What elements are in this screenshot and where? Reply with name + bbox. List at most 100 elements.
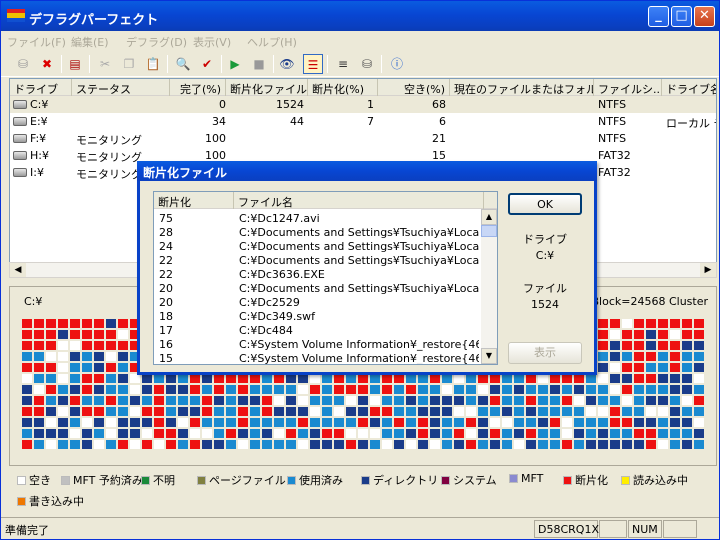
drive-cell-name: ローカル デ bbox=[666, 117, 716, 130]
cluster-block bbox=[94, 319, 104, 328]
close-button[interactable]: ✕ bbox=[694, 6, 715, 27]
cluster-block bbox=[202, 429, 212, 438]
cluster-block bbox=[682, 363, 692, 372]
cluster-block bbox=[466, 385, 476, 394]
col-frag-pct[interactable]: 断片化(%) bbox=[308, 79, 378, 96]
cluster-block bbox=[490, 385, 500, 394]
col-current[interactable]: 現在のファイルまたはフォルダ bbox=[450, 79, 594, 96]
scroll-down-icon[interactable]: ▼ bbox=[481, 348, 497, 364]
fragmented-files-icon[interactable]: ☰ bbox=[303, 54, 323, 74]
col-done[interactable]: 完了(%) bbox=[170, 79, 226, 96]
cluster-block bbox=[466, 374, 476, 383]
paste-icon[interactable]: 📋 bbox=[143, 54, 163, 74]
col-frag-count[interactable]: 断片化 bbox=[154, 192, 234, 209]
cluster-block bbox=[634, 352, 644, 361]
cluster-block bbox=[106, 374, 116, 383]
cluster-block bbox=[190, 385, 200, 394]
menu-file[interactable]: ファイル(F) bbox=[7, 34, 66, 50]
legend-label: 空き bbox=[29, 474, 51, 487]
dialog-title[interactable]: 断片化ファイル bbox=[137, 161, 597, 181]
fragmented-file-row[interactable]: 22 C:¥Dc3636.EXE bbox=[154, 268, 482, 282]
cluster-block bbox=[442, 429, 452, 438]
show-button[interactable]: 表示 bbox=[508, 342, 582, 364]
cluster-block bbox=[310, 418, 320, 427]
menu-defrag[interactable]: デフラグ(D) bbox=[126, 34, 187, 50]
scroll-left-icon[interactable]: ◀ bbox=[10, 263, 26, 277]
stop-icon[interactable]: ■ bbox=[249, 54, 269, 74]
cluster-block bbox=[58, 407, 68, 416]
fragmented-file-row[interactable]: 18 C:¥Dc349.swf bbox=[154, 310, 482, 324]
fragmented-files-list[interactable]: 断片化 ファイル名 75 C:¥Dc1247.avi 28 C:¥Documents … bbox=[153, 191, 498, 365]
scroll-right-icon[interactable]: ▶ bbox=[700, 263, 716, 277]
cluster-block bbox=[118, 396, 128, 405]
cluster-block bbox=[286, 385, 296, 394]
fragmented-file-row[interactable]: 20 C:¥Dc2529 bbox=[154, 296, 482, 310]
drive-caption: ドライブ bbox=[523, 233, 567, 246]
menu-help[interactable]: ヘルプ(H) bbox=[247, 34, 297, 50]
fragmented-file-row[interactable]: 17 C:¥Dc484 bbox=[154, 324, 482, 338]
cluster-block bbox=[46, 352, 56, 361]
drive-cell-done: 100 bbox=[205, 132, 226, 145]
check-icon[interactable]: ✔ bbox=[197, 54, 217, 74]
fragmented-file-row[interactable]: 15 C:¥System Volume Information¥_restore{… bbox=[154, 352, 482, 364]
view-icon[interactable]: 👁 bbox=[277, 54, 297, 74]
cluster-block bbox=[310, 396, 320, 405]
cluster-block bbox=[622, 440, 632, 449]
copy-icon[interactable]: ❐ bbox=[119, 54, 139, 74]
maximize-button[interactable]: □ bbox=[671, 6, 692, 27]
remove-drive-icon[interactable]: ✖ bbox=[37, 54, 57, 74]
vertical-scrollbar[interactable]: ▲ ▼ bbox=[481, 209, 497, 364]
cluster-block bbox=[538, 440, 548, 449]
properties-icon[interactable]: ▤ bbox=[65, 54, 85, 74]
analyze-icon[interactable]: 🔍 bbox=[173, 54, 193, 74]
help-icon[interactable]: ⓘ bbox=[387, 54, 407, 74]
col-fs[interactable]: ファイルシ... bbox=[594, 79, 662, 96]
scroll-thumb[interactable] bbox=[481, 225, 497, 237]
cluster-block bbox=[490, 440, 500, 449]
frag-count: 24 bbox=[159, 240, 173, 253]
ok-button[interactable]: OK bbox=[508, 193, 582, 215]
col-drive[interactable]: ドライブ bbox=[10, 79, 72, 96]
fragmented-file-row[interactable]: 28 C:¥Documents and Settings¥Tsuchiya¥Loc… bbox=[154, 226, 482, 240]
col-name[interactable]: ドライブ名 bbox=[662, 79, 716, 96]
drive-row[interactable]: E:¥ 34 44 7 6 NTFS ローカル デ bbox=[10, 113, 716, 130]
cluster-block bbox=[202, 385, 212, 394]
minimize-button[interactable]: _ bbox=[648, 6, 669, 27]
cluster-block bbox=[634, 407, 644, 416]
cut-icon[interactable]: ✂ bbox=[95, 54, 115, 74]
col-free[interactable]: 空き(%) bbox=[378, 79, 450, 96]
fragmented-file-row[interactable]: 22 C:¥Documents and Settings¥Tsuchiya¥Loc… bbox=[154, 254, 482, 268]
fragmented-file-row[interactable]: 20 C:¥Documents and Settings¥Tsuchiya¥Loc… bbox=[154, 282, 482, 296]
legend-item: 使用済み bbox=[287, 472, 343, 488]
cluster-block bbox=[406, 418, 416, 427]
cluster-block bbox=[238, 440, 248, 449]
cluster-block bbox=[214, 429, 224, 438]
col-frag-files[interactable]: 断片化ファイル bbox=[226, 79, 308, 96]
drive-settings-icon[interactable]: ⛁ bbox=[357, 54, 377, 74]
cluster-block bbox=[490, 407, 500, 416]
add-drive-icon[interactable]: ⛁ bbox=[13, 54, 33, 74]
legend-item: 不明 bbox=[141, 472, 175, 488]
cluster-block bbox=[70, 418, 80, 427]
cluster-block bbox=[286, 440, 296, 449]
fragmented-file-row[interactable]: 75 C:¥Dc1247.avi bbox=[154, 212, 482, 226]
report-icon[interactable]: ≡ bbox=[333, 54, 353, 74]
start-icon[interactable]: ▶ bbox=[225, 54, 245, 74]
cluster-block bbox=[610, 352, 620, 361]
drive-cell-done: 34 bbox=[212, 115, 226, 128]
drive-cell-frag_files: 1524 bbox=[276, 98, 304, 111]
drive-row[interactable]: C:¥ 0 1524 1 68 NTFS bbox=[10, 96, 716, 113]
col-filename[interactable]: ファイル名 bbox=[234, 192, 484, 209]
cluster-block bbox=[670, 385, 680, 394]
menu-view[interactable]: 表示(V) bbox=[193, 34, 231, 50]
fragmented-file-row[interactable]: 16 C:¥System Volume Information¥_restore{… bbox=[154, 338, 482, 352]
title-bar[interactable]: デフラグパーフェクト _ □ ✕ bbox=[1, 1, 719, 31]
scroll-up-icon[interactable]: ▲ bbox=[481, 209, 497, 225]
cluster-block bbox=[634, 341, 644, 350]
menu-edit[interactable]: 編集(E) bbox=[71, 34, 109, 50]
fragmented-file-row[interactable]: 24 C:¥Documents and Settings¥Tsuchiya¥Loc… bbox=[154, 240, 482, 254]
toolbar: ⛁ ✖ ▤ ✂ ❐ 📋 🔍 ✔ ▶ ■ 👁 ☰ ≡ ⛁ ⓘ bbox=[1, 51, 719, 77]
cluster-block bbox=[598, 374, 608, 383]
drive-row[interactable]: F:¥ モニタリング 100 21 NTFS bbox=[10, 130, 716, 147]
col-status[interactable]: ステータス bbox=[72, 79, 170, 96]
